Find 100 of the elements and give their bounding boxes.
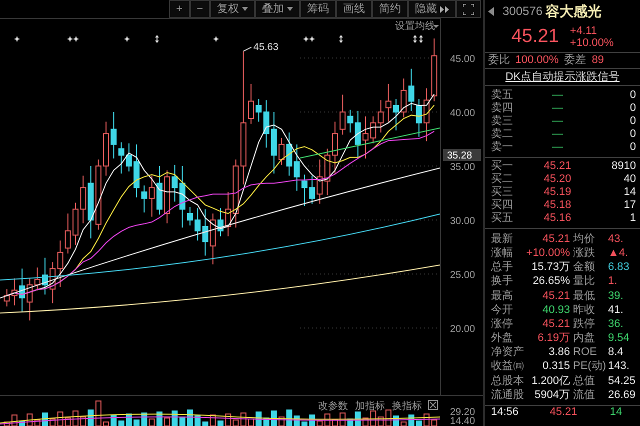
order-volume: 40 <box>622 173 636 186</box>
volume-bar <box>362 418 368 426</box>
stat-label: 委差 <box>564 53 586 68</box>
order-volume: 0 <box>628 102 636 115</box>
arrow-marker-icon <box>155 35 159 43</box>
stat-value: 1.200亿 <box>530 374 571 388</box>
stat-value: +10.00% <box>526 246 571 260</box>
current-price-label: 35.28 <box>443 149 481 162</box>
order-volume: 0 <box>628 88 636 102</box>
stat-label: 收益㈣ <box>491 359 525 374</box>
stat-value: 6.19万 <box>536 331 571 346</box>
stat-value: 36. <box>608 316 624 332</box>
stat-value: 26.65% <box>532 274 571 288</box>
dropdown-button[interactable]: 复权 <box>210 0 255 18</box>
order-volume: 0 <box>628 140 636 154</box>
stat-value: 26.69 <box>608 388 637 402</box>
current-price: 45.21 <box>511 24 559 49</box>
stat-value: 100.00% <box>515 53 559 68</box>
order-label: 买四 <box>491 199 514 212</box>
axis-label: 29.20 <box>450 407 476 418</box>
stat-label: 昨收 <box>573 302 596 317</box>
stat-label: 净资产 <box>491 345 525 360</box>
stat-label: 最高 <box>491 288 514 303</box>
star-marker-icon <box>213 36 219 42</box>
order-label: 卖二 <box>491 128 514 141</box>
toolbar-button[interactable]: 简约 <box>372 0 408 18</box>
volume-bar <box>72 410 78 426</box>
stat-value: 89 <box>592 53 604 68</box>
tick-price: 45.21 <box>548 406 578 419</box>
stock-name: 容大感光 <box>545 2 602 20</box>
caret-icon <box>287 7 293 11</box>
order-label: 买三 <box>491 186 514 199</box>
stat-label: 内盘 <box>573 331 596 346</box>
tick-volume: 14 <box>608 406 624 419</box>
order-volume: 0 <box>628 128 636 141</box>
toolbar-button[interactable]: 隐藏 <box>408 0 456 18</box>
order-price: 45.20 <box>542 173 572 186</box>
stat-value: 43. <box>608 232 624 246</box>
arrow-marker-icon <box>339 35 343 43</box>
candlestick <box>362 116 368 159</box>
percent-change: +10.00% <box>570 37 614 49</box>
order-price: — <box>551 114 564 128</box>
toolbar-button[interactable]: 筹码 <box>300 0 336 18</box>
indicator-button[interactable]: 换指标 <box>392 401 422 412</box>
order-volume: 17 <box>622 199 636 212</box>
toolbar-button[interactable]: 画线 <box>336 0 372 18</box>
order-label: 卖三 <box>491 114 514 128</box>
axis-label: 35.00 <box>450 162 476 173</box>
ma-setting-button[interactable]: 设置均线 <box>395 21 435 32</box>
tick-time: 14:56 <box>491 406 520 419</box>
volume-bar <box>218 420 224 426</box>
dropdown-button[interactable]: 叠加 <box>255 0 300 18</box>
back-arrow-icon[interactable] <box>488 6 494 16</box>
stat-value: 45.21 <box>541 232 571 246</box>
axis-label: 25.00 <box>450 270 476 281</box>
stat-value: 45.21 <box>541 316 571 332</box>
order-price: 45.19 <box>542 186 572 200</box>
stat-label: ROE <box>573 345 598 360</box>
signal-link[interactable]: DK点自动提示涨跌信号 <box>505 68 620 86</box>
panel-icon[interactable] <box>428 400 438 410</box>
stat-value: 6.83 <box>608 260 630 274</box>
stat-label: 跌停 <box>573 316 596 332</box>
stat-label: 涨停 <box>491 316 514 332</box>
candlestick <box>72 202 78 246</box>
star-marker-icon <box>303 36 315 42</box>
order-price: — <box>551 102 564 115</box>
stat-value: 54.25 <box>608 374 637 388</box>
order-label: 卖一 <box>491 140 514 154</box>
stat-label: 最低 <box>573 288 596 303</box>
stat-value: 41. <box>608 302 624 317</box>
stat-label: 金额 <box>573 260 596 274</box>
toolbar-button[interactable]: − <box>190 0 210 18</box>
order-price: — <box>551 88 564 102</box>
order-label: 买二 <box>491 173 514 186</box>
stat-label: 均价 <box>573 232 596 246</box>
order-label: 买五 <box>491 212 514 226</box>
stat-label: 量比 <box>573 274 596 288</box>
stat-label: 涨跌 <box>573 246 596 260</box>
stat-label: 委比 <box>488 53 510 68</box>
stat-label: 流值 <box>573 388 596 402</box>
order-price: 45.21 <box>542 160 572 174</box>
caret-icon <box>433 25 439 28</box>
fullscreen-button[interactable] <box>456 0 481 18</box>
stat-value: 3.86 <box>548 345 571 360</box>
indicator-button[interactable]: 改参数 <box>318 401 348 412</box>
stat-value: ▲4. <box>608 246 630 260</box>
order-price: 45.18 <box>542 199 572 212</box>
candlestick <box>218 208 224 237</box>
stat-value: 0.315 <box>541 359 571 374</box>
order-price: — <box>551 128 564 141</box>
arrow-marker-icon <box>413 35 423 43</box>
stat-label: 最新 <box>491 232 514 246</box>
peak-price-label: 45.63 <box>253 42 278 54</box>
stat-value: 8.4 <box>608 345 624 360</box>
order-volume: 0 <box>628 114 636 128</box>
toolbar-button[interactable]: + <box>169 0 190 18</box>
stat-value: 45.21 <box>541 288 571 303</box>
indicator-button[interactable]: 加指标 <box>355 401 385 412</box>
order-label: 卖四 <box>491 102 514 115</box>
caret-icon <box>242 7 248 11</box>
